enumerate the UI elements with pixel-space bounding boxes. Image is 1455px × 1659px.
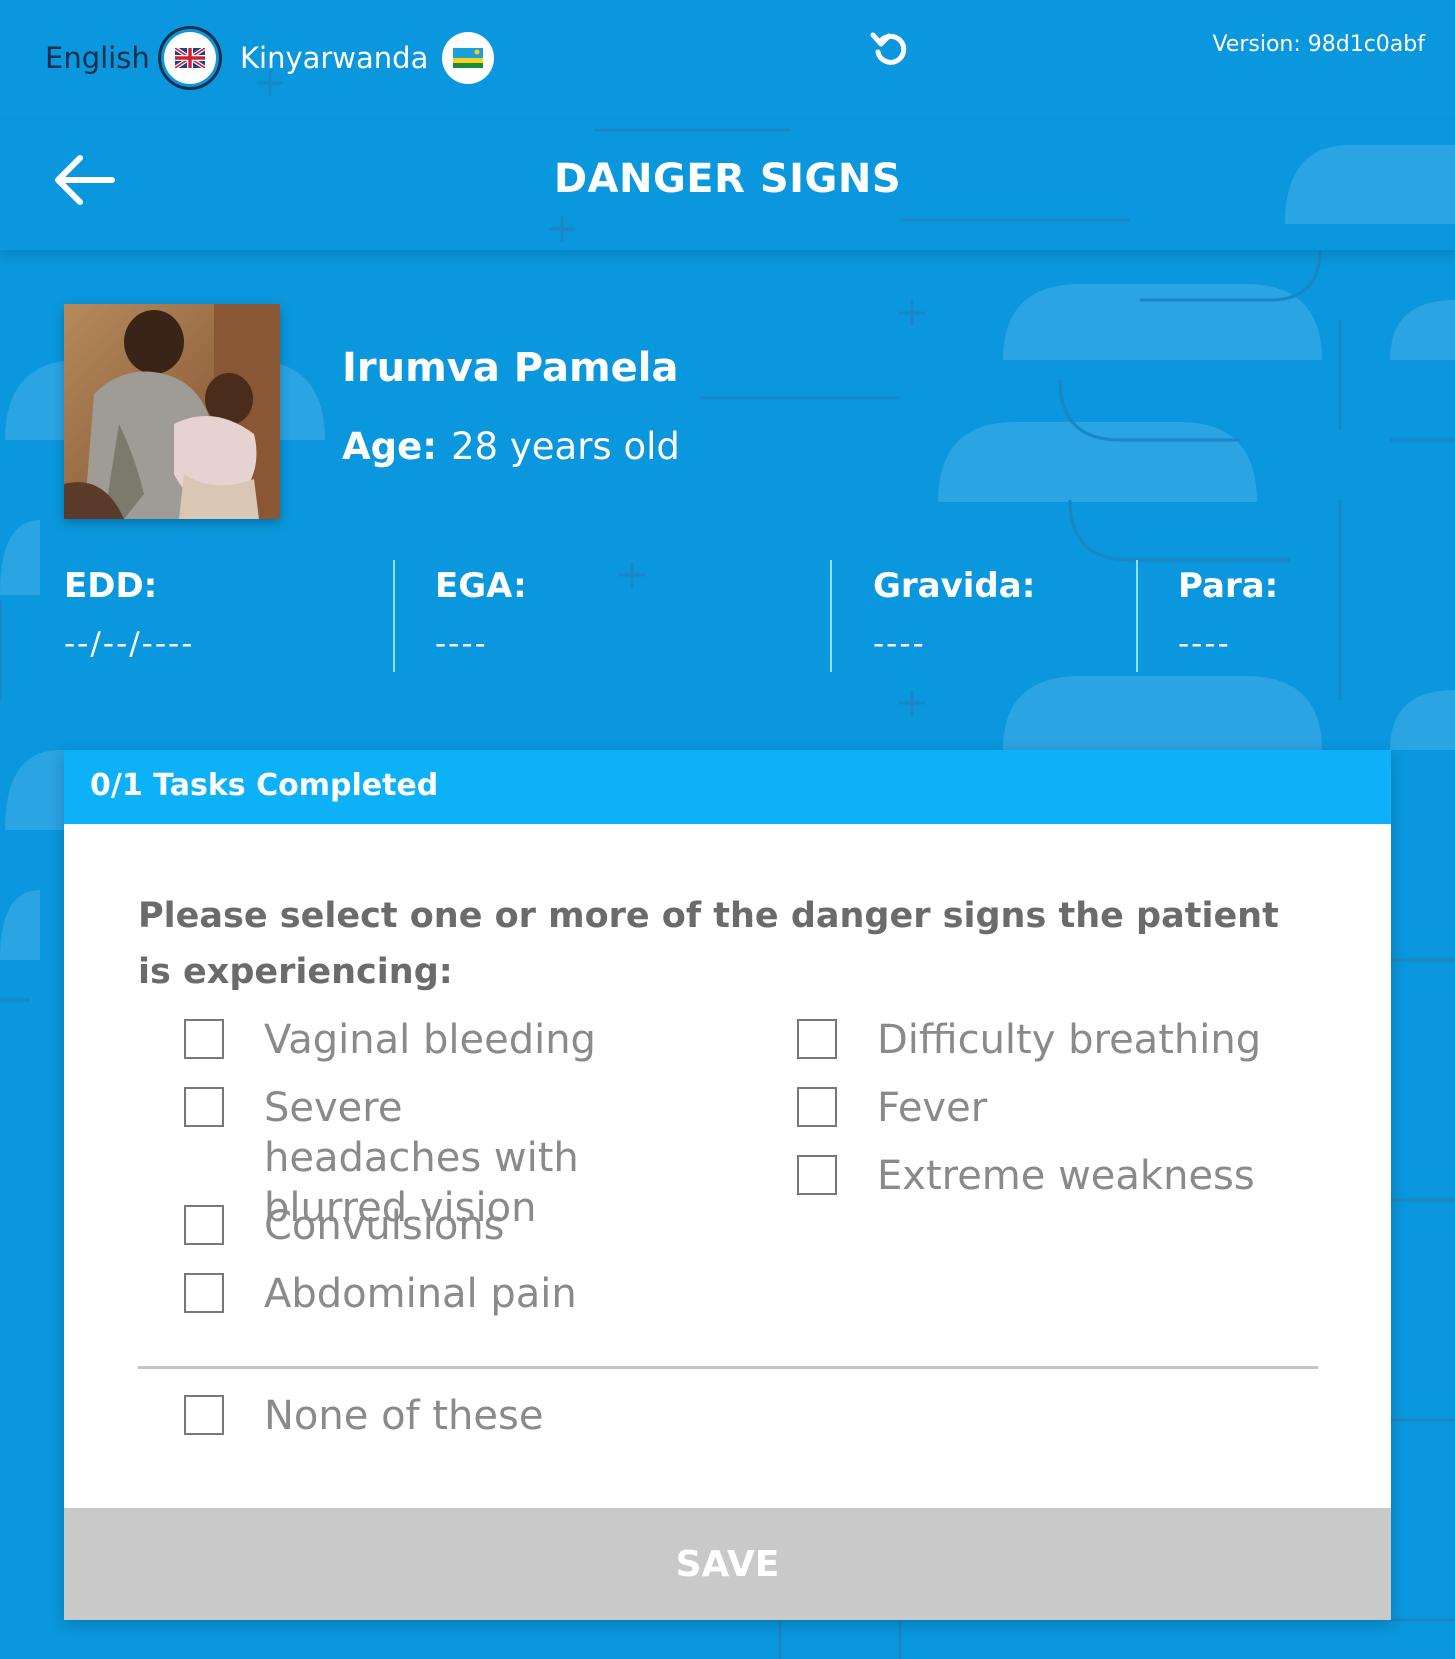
stat-divider [393, 560, 395, 672]
option-label: Vaginal bleeding [264, 1017, 596, 1063]
language-english[interactable]: English [45, 30, 216, 86]
language-kinyarwanda-label: Kinyarwanda [240, 41, 429, 75]
stat-ega-value: ---- [435, 626, 488, 662]
option-label: Fever [877, 1085, 988, 1131]
patient-avatar [64, 304, 280, 519]
option-label: None of these [264, 1393, 544, 1439]
checkbox[interactable] [184, 1019, 224, 1059]
uk-flag-icon [163, 32, 216, 84]
save-button[interactable]: SAVE [64, 1508, 1391, 1620]
pregnancy-stats: EDD: --/--/---- EGA: ---- Gravida: ---- … [0, 560, 1455, 672]
stat-para-label: Para: [1178, 566, 1279, 606]
option-fever[interactable]: Fever [797, 1083, 987, 1133]
checkbox[interactable] [184, 1205, 224, 1245]
option-vaginal-bleeding[interactable]: Vaginal bleeding [184, 1015, 596, 1065]
checkbox[interactable] [797, 1087, 837, 1127]
checkbox[interactable] [184, 1273, 224, 1313]
page-header: DANGER SIGNS [0, 120, 1455, 250]
page-title: DANGER SIGNS [553, 156, 902, 202]
patient-name: Irumva Pamela [342, 345, 679, 391]
option-difficulty-breathing[interactable]: Difficulty breathing [797, 1015, 1261, 1065]
tasks-header: 0/1 Tasks Completed [64, 750, 1391, 824]
refresh-icon[interactable] [868, 26, 912, 70]
rwanda-flag-icon [442, 32, 495, 84]
tasks-status: 0/1 Tasks Completed [90, 768, 439, 803]
checkbox[interactable] [184, 1395, 224, 1435]
stat-para-value: ---- [1178, 626, 1231, 662]
option-extreme-weakness[interactable]: Extreme weakness [797, 1151, 1255, 1201]
option-label: Abdominal pain [264, 1271, 577, 1317]
option-label: Convulsions [264, 1203, 505, 1249]
option-abdominal-pain[interactable]: Abdominal pain [184, 1269, 577, 1319]
language-english-label: English [45, 41, 150, 75]
option-convulsions[interactable]: Convulsions [184, 1201, 505, 1251]
stat-divider [1136, 560, 1138, 672]
top-bar: English Kinyarwanda Version: 98d1c0abf [0, 0, 1455, 110]
stat-edd-label: EDD: [64, 566, 158, 606]
question-text: Please select one or more of the danger … [138, 896, 1279, 992]
age-label: Age: [342, 425, 438, 468]
stat-ega-label: EGA: [435, 566, 527, 606]
options-divider [138, 1366, 1318, 1369]
option-none-of-these[interactable]: None of these [184, 1391, 543, 1441]
patient-age: Age: 28 years old [342, 425, 680, 468]
option-label: Extreme weakness [877, 1153, 1255, 1199]
stat-gravida-label: Gravida: [873, 566, 1036, 606]
version-label: Version: 98d1c0abf [1212, 32, 1425, 57]
danger-signs-card: 0/1 Tasks Completed Please select one or… [64, 750, 1391, 1620]
age-value: 28 years old [451, 425, 680, 468]
stat-edd-value: --/--/---- [64, 626, 195, 662]
option-label: Difficulty breathing [877, 1017, 1262, 1063]
stat-divider [830, 560, 832, 672]
checkbox[interactable] [797, 1019, 837, 1059]
language-kinyarwanda[interactable]: Kinyarwanda [240, 30, 495, 86]
checkbox[interactable] [184, 1087, 224, 1127]
stat-gravida-value: ---- [873, 626, 926, 662]
checkbox[interactable] [797, 1155, 837, 1195]
